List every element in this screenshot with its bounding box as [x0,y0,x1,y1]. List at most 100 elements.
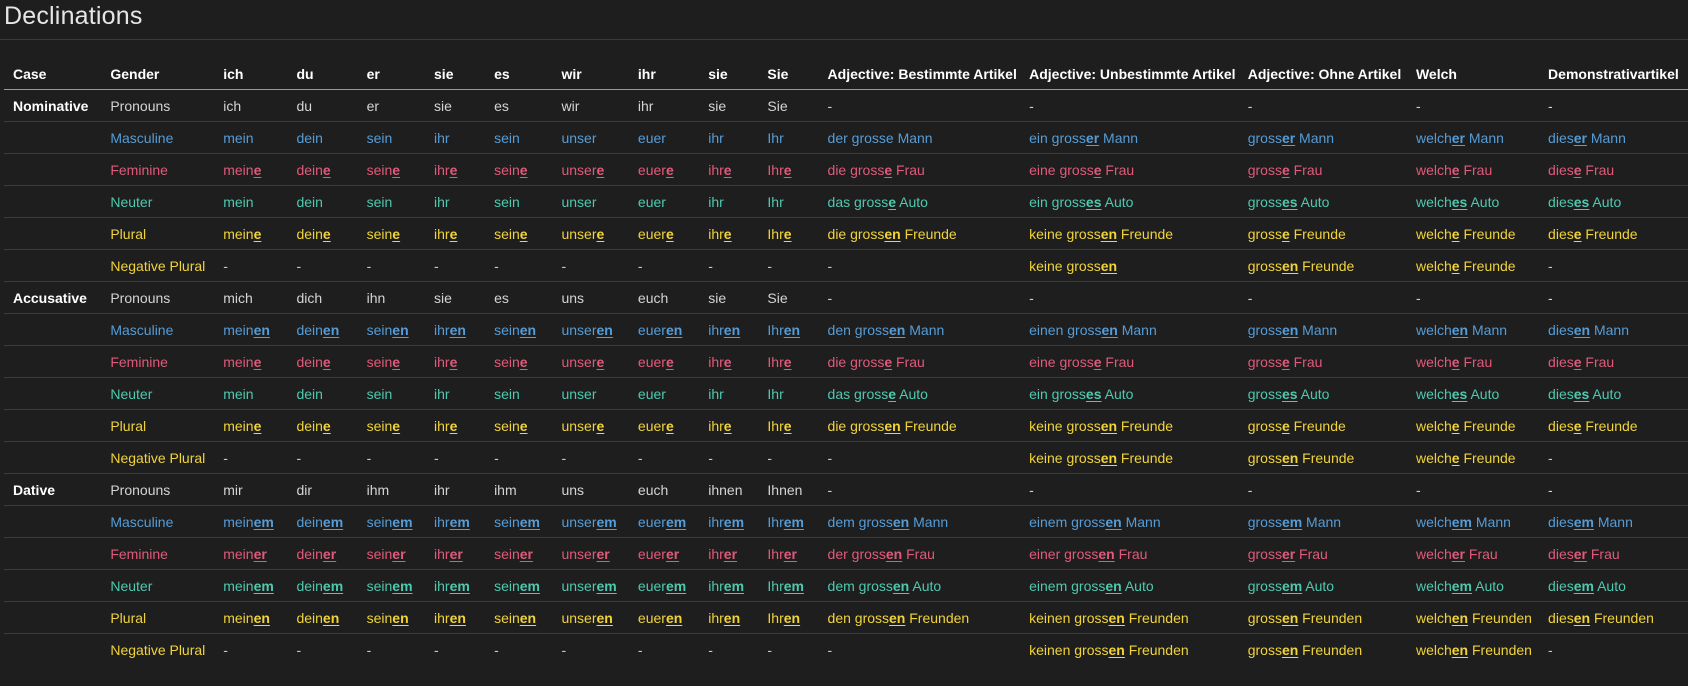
case-ending: en [596,609,613,626]
declension-cell: - [425,249,486,282]
table-row: Neuter meinem deinem seinem ihrem seinem unser… [4,569,1688,602]
declension-cell: - [434,641,439,658]
declension-cell: ihrem [425,569,486,602]
case-ending: es [1573,193,1590,210]
declension-cell: ihren [699,313,759,346]
declension-cell: - [758,441,819,474]
declension-cell: Ihren [758,601,819,634]
declension-cell: uns [552,473,629,506]
case-ending: er [253,545,267,562]
declension-cell: eine grosse Frau [1020,345,1239,378]
case-ending: en [1281,257,1299,274]
declension-table: Case Gender ich du er sie es wir ihr sie Sie Adject… [4,58,1688,665]
declension-cell: Ihre [758,409,819,442]
gender-label: Negative Plural [101,249,215,282]
declension-cell: deine [287,153,358,186]
gender-label: Feminine [101,345,215,378]
gender-label: Pronouns [101,473,215,506]
table-header: Case Gender ich du er sie es wir ihr sie Sie Adject… [4,58,1688,90]
declension-cell: seinem [485,505,553,538]
case-ending: es [1451,385,1468,402]
case-label [4,217,102,250]
case-ending: en [392,321,409,338]
gender-label: Masculine [101,313,215,346]
case-ending: er [449,545,463,562]
case-ending: en [392,609,409,626]
declension-cell: welche Frau [1406,153,1540,186]
declension-cell: ihrem [425,505,486,538]
declension-cell: euer [628,121,700,154]
case-ending: em [392,577,413,594]
declension-cell: - [628,441,700,474]
declension-cell: dieses Auto [1539,185,1688,218]
declension-cell: dem grossen Mann [818,505,1021,538]
declension-cell: eueren [628,601,700,634]
case-ending: em [1573,577,1594,594]
case-ending: er [519,545,533,562]
declension-cell: das grosse Auto [818,377,1021,410]
case-ending: er [1451,545,1465,562]
declension-cell: ihre [425,345,486,378]
case-ending: en [665,321,683,338]
declension-cell: seine [485,153,553,186]
declension-cell: euch [628,281,700,314]
case-ending: en [1451,609,1469,626]
case-ending: e [1451,449,1460,466]
column-header: Welch [1406,58,1540,90]
case-ending: em [783,577,804,594]
case-ending: en [889,321,906,338]
case-ending: en [322,321,340,338]
case-ending: en [253,609,270,626]
declension-cell: grossen Freunde [1238,441,1407,474]
case-ending: e [322,225,331,242]
case-ending: e [783,225,792,242]
declension-cell: unserer [552,537,629,570]
case-label: Nominative [4,89,102,122]
table-row: Feminine meine deine seine ihre seine unsere eu… [4,153,1688,186]
declension-cell: - [1020,281,1239,314]
declension-cell: mein [214,185,288,218]
declension-cell: mein [214,377,288,410]
declension-cell: welchem Mann [1406,505,1540,538]
case-ending: en [1451,641,1469,658]
case-ending: er [1451,129,1465,146]
case-ending: er [1085,129,1100,146]
declension-cell: unsere [552,153,629,186]
column-header: Adjective: Unbestimmte Artikel [1020,58,1239,90]
declension-cell: - [485,441,553,474]
case-ending: em [1281,577,1303,594]
declension-cell: - [214,441,288,474]
table-row: Masculine mein dein sein ihr sein unser euer ihr… [4,121,1688,154]
declension-cell: - [1020,89,1239,122]
case-ending: es [1451,193,1468,210]
page-title: Declinations [4,2,143,30]
declension-cell: seine [485,409,553,442]
case-ending: en [519,609,537,626]
column-header: er [357,58,426,90]
declension-cell: dein [287,377,358,410]
case-ending: en [1105,577,1122,594]
declension-cell: unserem [552,505,629,538]
case-ending: e [449,161,458,178]
table-row: Plural meinen deinen seinen ihren seinen unser… [4,601,1688,634]
case-ending: e [783,417,792,434]
case-ending: em [1573,513,1594,530]
declension-cell: seinem [357,505,426,538]
declension-cell: - [287,441,358,474]
case-ending: e [1093,161,1102,178]
column-header: Gender [101,58,215,90]
title-divider [0,39,1688,40]
declension-cell: Ihnen [758,473,819,506]
case-label [4,569,102,602]
declension-cell: der grosse Mann [818,121,1021,154]
declension-cell: ich [214,89,288,122]
declension-cell: euere [628,409,700,442]
declension-cell: grossem Auto [1238,569,1407,602]
declension-cell: keine grossen Freunde [1020,441,1239,474]
case-label: Accusative [4,281,102,314]
case-ending: en [1281,641,1299,658]
declension-cell: seinen [485,313,553,346]
declension-cell: keine grossen Freunde [1020,409,1239,442]
case-ending: e [723,161,732,178]
case-ending: en [1105,513,1122,530]
